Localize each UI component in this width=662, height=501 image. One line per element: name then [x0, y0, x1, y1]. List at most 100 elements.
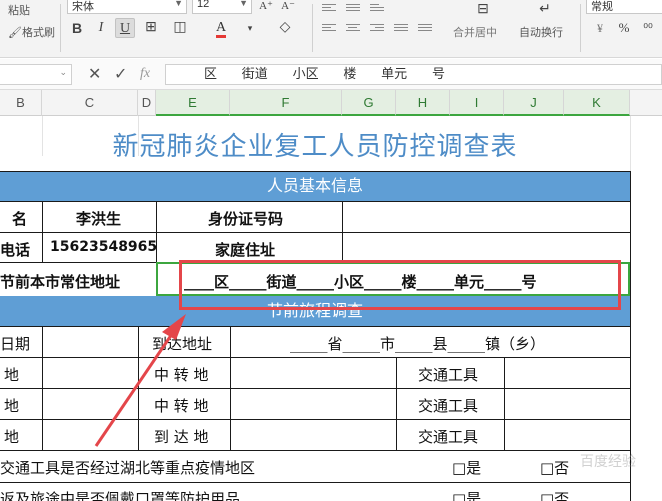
question-mask[interactable]: 返及旅途中是否佩戴口罩等防护用品 [0, 488, 240, 501]
province-template-cell[interactable]: _____省_____市_____县_____镇（乡） [290, 333, 545, 354]
table-border [42, 201, 43, 262]
table-border [42, 326, 43, 450]
ribbon-separator [580, 4, 581, 52]
column-header-k[interactable]: K [564, 90, 630, 116]
column-header-b[interactable]: B [0, 90, 42, 116]
table-border [0, 419, 630, 420]
merge-center-button[interactable]: 合并居中 [453, 24, 497, 40]
ribbon-toolbar: 粘贴 🖌格式刷 宋体 ▼ 12 ▼ A⁺ A⁻ B I U ⊞ ◫ A ▾ ◇ ⊟ … [0, 0, 662, 58]
worksheet[interactable]: 新冠肺炎企业复工人员防控调查表 人员基本信息 名 李洪生 身份证号码 电话 15… [0, 116, 662, 501]
fill-color-icon[interactable]: ◫ [170, 18, 190, 38]
table-border [230, 326, 231, 450]
no-checkbox[interactable]: □否 [540, 488, 569, 501]
decrease-font-icon[interactable]: A⁻ [278, 0, 298, 16]
confirm-icon[interactable]: ✓ [114, 64, 127, 83]
chevron-down-icon: ⌄ [59, 68, 67, 78]
column-header-g[interactable]: G [342, 90, 396, 116]
column-header-e[interactable]: E [156, 90, 230, 116]
residence-label[interactable]: 节前本市常住地址 [0, 271, 120, 292]
id-number-label[interactable]: 身份证号码 [208, 208, 283, 229]
name-label[interactable]: 名 [12, 208, 27, 229]
column-headers: B C D E F G H I J K [0, 90, 662, 116]
table-border [0, 357, 630, 358]
align-right-icon[interactable] [370, 24, 384, 34]
chevron-down-icon: ▼ [239, 0, 248, 8]
transport-label[interactable]: 交通工具 [418, 426, 478, 447]
transit-label[interactable]: 中 转 地 [154, 395, 209, 416]
table-border [342, 201, 343, 262]
distribute-icon[interactable] [418, 24, 432, 34]
depart-label[interactable]: 地 [4, 395, 19, 416]
annotation-highlight-box [179, 260, 621, 310]
format-painter-button[interactable]: 🖌格式刷 [8, 24, 55, 40]
name-box[interactable]: ⌄ [0, 64, 72, 85]
bold-button[interactable]: B [67, 18, 87, 38]
column-header-i[interactable]: I [450, 90, 504, 116]
font-color-button[interactable]: A [211, 18, 231, 38]
increase-font-icon[interactable]: A⁺ [256, 0, 276, 16]
table-border [0, 450, 630, 451]
watermark-logo: 百度经验 [580, 454, 636, 470]
column-header-d[interactable]: D [138, 90, 156, 116]
justify-icon[interactable] [394, 24, 408, 34]
table-border [0, 326, 630, 327]
yes-checkbox[interactable]: □是 [452, 457, 481, 478]
wrap-text-button[interactable]: 自动换行 [519, 24, 563, 40]
date-label[interactable]: 日期 [0, 333, 30, 354]
ribbon-separator [60, 4, 61, 52]
cancel-icon[interactable]: ✕ [88, 64, 101, 83]
column-header-c[interactable]: C [42, 90, 138, 116]
question-hubei[interactable]: 交通工具是否经过湖北等重点疫情地区 [0, 457, 255, 478]
table-border [396, 357, 397, 450]
underline-button[interactable]: U [115, 18, 135, 38]
align-top-icon[interactable] [322, 4, 336, 14]
column-header-j[interactable]: J [504, 90, 564, 116]
home-address-label[interactable]: 家庭住址 [215, 239, 275, 260]
formula-input[interactable]: 区 街道 小区 楼 单元 号 [165, 64, 662, 85]
font-color-chevron-icon[interactable]: ▾ [240, 18, 260, 38]
merge-icon[interactable]: ⊟ [470, 0, 496, 20]
transport-label[interactable]: 交通工具 [418, 395, 478, 416]
sheet-title[interactable]: 新冠肺炎企业复工人员防控调查表 [0, 126, 630, 163]
table-border [0, 201, 630, 202]
align-middle-icon[interactable] [346, 4, 360, 14]
table-border [0, 388, 630, 389]
wrap-text-icon[interactable]: ↵ [532, 0, 558, 20]
depart-label[interactable]: 地 [4, 364, 19, 385]
table-border [504, 357, 505, 450]
arrive-label[interactable]: 到 达 地 [154, 426, 209, 447]
paste-button[interactable]: 粘贴 [8, 2, 30, 18]
percent-icon[interactable]: % [614, 18, 634, 38]
phone-label[interactable]: 电话 [0, 239, 30, 260]
font-size-select[interactable]: 12 ▼ [192, 0, 252, 14]
align-center-icon[interactable] [346, 24, 360, 34]
transit-label[interactable]: 中 转 地 [154, 364, 209, 385]
currency-icon[interactable]: ¥ [590, 18, 610, 38]
align-left-icon[interactable] [322, 24, 336, 34]
function-icon[interactable]: fx [140, 66, 150, 82]
number-format-select[interactable]: 常规 [586, 0, 662, 14]
thousands-icon[interactable]: ⁰⁰ [638, 18, 658, 38]
eraser-icon[interactable]: ◇ [275, 18, 295, 38]
table-border [138, 326, 139, 450]
align-bottom-icon[interactable] [370, 4, 384, 14]
column-header-h[interactable]: H [396, 90, 450, 116]
formula-bar: ⌄ ✕ ✓ fx 区 街道 小区 楼 单元 号 [0, 59, 662, 90]
section-header-basic[interactable]: 人员基本信息 [0, 171, 630, 201]
ribbon-separator [312, 4, 313, 52]
table-border [0, 232, 630, 233]
no-checkbox[interactable]: □否 [540, 457, 569, 478]
yes-checkbox[interactable]: □是 [452, 488, 481, 501]
transport-label[interactable]: 交通工具 [418, 364, 478, 385]
column-header-f[interactable]: F [230, 90, 342, 116]
chevron-down-icon: ▼ [174, 0, 183, 8]
table-border [0, 482, 630, 483]
font-name-select[interactable]: 宋体 ▼ [67, 0, 187, 14]
italic-button[interactable]: I [91, 18, 111, 38]
format-painter-icon: 🖌 [8, 27, 22, 39]
border-icon[interactable]: ⊞ [141, 18, 161, 38]
depart-label[interactable]: 地 [4, 426, 19, 447]
phone-value[interactable]: 15623548965 [50, 239, 157, 255]
name-value[interactable]: 李洪生 [76, 208, 121, 229]
arrive-address-label[interactable]: 到达地址 [152, 333, 212, 354]
